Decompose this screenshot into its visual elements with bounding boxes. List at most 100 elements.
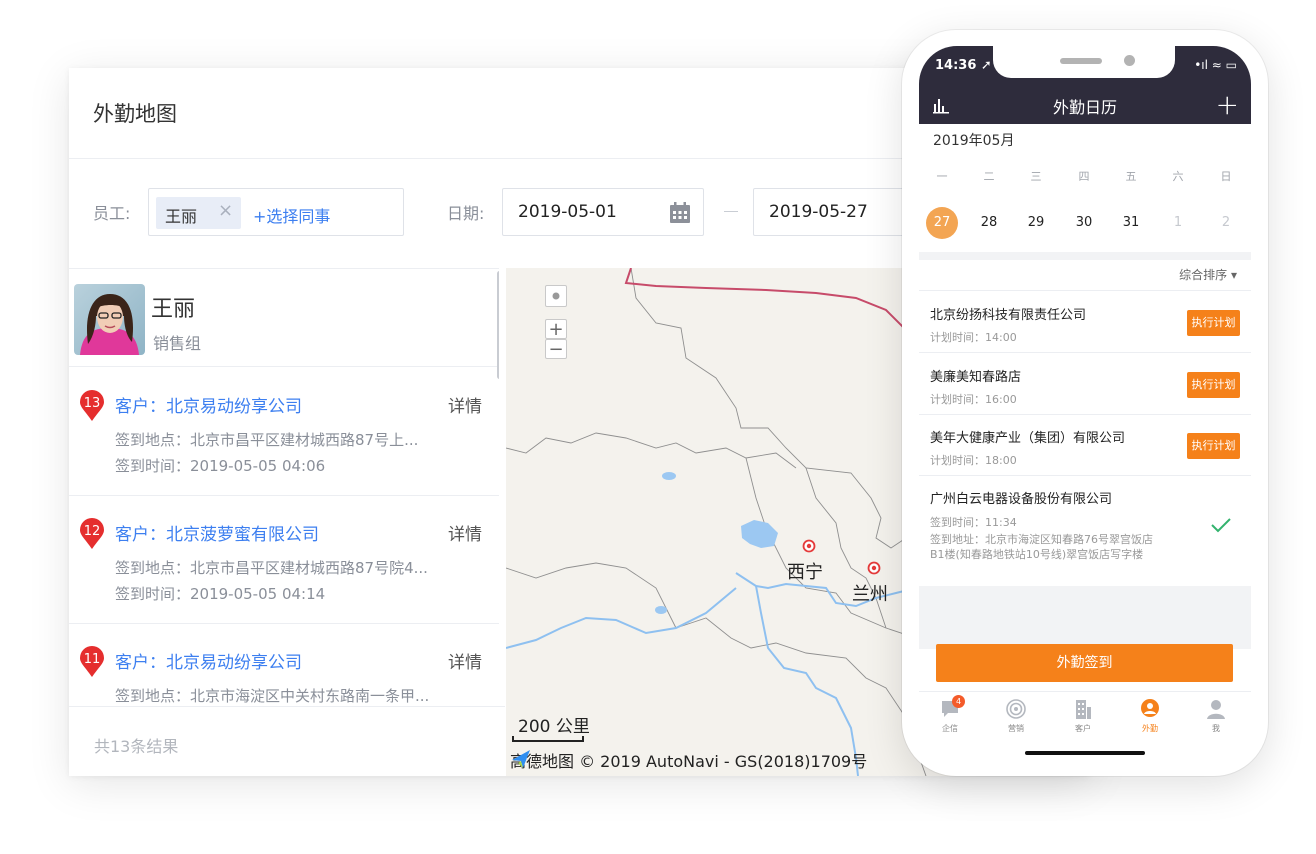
- task-item[interactable]: 美廉美知春路店 计划时间：16:00 执行计划: [919, 353, 1251, 415]
- profile-name: 王丽: [151, 297, 196, 322]
- execute-plan-button[interactable]: 执行计划: [1187, 433, 1240, 459]
- unread-badge: 4: [952, 695, 965, 708]
- task-name: 北京纷扬科技有限责任公司: [930, 308, 1087, 323]
- city-label-lanzhou: 兰州: [852, 584, 888, 605]
- remove-employee-icon[interactable]: ×: [218, 200, 233, 221]
- employee-select[interactable]: 王丽 × +选择同事: [148, 188, 404, 236]
- add-icon[interactable]: +: [1216, 88, 1239, 121]
- employee-profile: 王丽 销售组: [69, 269, 499, 367]
- sort-dropdown[interactable]: 综合排序 ▾: [1179, 266, 1237, 283]
- map-scale-bar: [512, 736, 584, 742]
- app-title: 外勤日历: [1052, 98, 1117, 117]
- task-name: 美年大健康产业（集团）有限公司: [930, 431, 1126, 446]
- list-scrollbar[interactable]: [497, 271, 499, 379]
- tab-messages[interactable]: 4 企信: [930, 695, 970, 734]
- task-name: 美廉美知春路店: [930, 370, 1022, 385]
- task-item[interactable]: 美年大健康产业（集团）有限公司 计划时间：18:00 执行计划: [919, 415, 1251, 476]
- end-date-value: 2019-05-27: [769, 202, 868, 222]
- map-pin-icon: 11: [80, 646, 104, 677]
- tab-label: 企信: [942, 724, 958, 733]
- weekday-label: 三: [1030, 170, 1042, 183]
- calendar-day[interactable]: 30: [1068, 207, 1100, 239]
- execute-plan-button[interactable]: 执行计划: [1187, 372, 1240, 398]
- calendar-day[interactable]: 31: [1115, 207, 1147, 239]
- detail-link[interactable]: 详情: [448, 392, 482, 417]
- task-time: 计划时间：14:00: [930, 331, 1017, 344]
- profile-group: 销售组: [153, 334, 202, 353]
- task-time: 签到时间：11:34: [930, 516, 1017, 529]
- calendar-month: 2019年05月: [933, 133, 1015, 149]
- execute-plan-button[interactable]: 执行计划: [1187, 310, 1240, 336]
- select-colleague-link[interactable]: +选择同事: [253, 203, 330, 227]
- weekday-label: 五: [1125, 170, 1137, 183]
- customer-link[interactable]: 客户：北京易动纷享公司: [115, 648, 302, 673]
- start-date-input[interactable]: 2019-05-01: [502, 188, 704, 236]
- tab-label: 外勤: [1142, 724, 1158, 733]
- tab-customers[interactable]: 客户: [1063, 698, 1103, 734]
- detail-link[interactable]: 详情: [448, 648, 482, 673]
- zoom-in-icon: +: [548, 319, 564, 340]
- task-address: 签到地址：北京市海淀区知春路76号翠宫饭店: [930, 533, 1153, 546]
- phone-mockup: 14:36 ➚ •ıl ≈ ▭ 外勤日历 + 2019年05月 一 二 三 四: [902, 30, 1268, 776]
- check-in-list: 王丽 销售组 13 客户：北京易动纷享公司 详情 签到地点：北京市昌平区建材城西…: [69, 268, 499, 776]
- tab-field-work[interactable]: 外勤: [1130, 698, 1170, 734]
- task-item-completed[interactable]: 广州白云电器设备股份有限公司 签到时间：11:34 签到地址：北京市海淀区知春路…: [919, 476, 1251, 572]
- employee-tag-name: 王丽: [165, 207, 198, 226]
- city-marker-xining: [802, 539, 816, 553]
- calendar-day[interactable]: 28: [973, 207, 1005, 239]
- avatar: [74, 284, 145, 355]
- list-item[interactable]: 13 客户：北京易动纷享公司 详情 签到地点：北京市昌平区建材城西路87号上..…: [69, 368, 499, 496]
- status-bar: 14:36 ➚ •ıl ≈ ▭: [919, 46, 1251, 90]
- svg-text:13: 13: [84, 396, 101, 411]
- calendar-icon: [670, 202, 690, 223]
- tab-bar: 4 企信 营销 客户 外勤 我: [919, 691, 1251, 758]
- list-footer: 共13条结果: [69, 706, 505, 776]
- home-indicator: [1025, 751, 1145, 755]
- weekday-label: 二: [983, 170, 995, 183]
- end-date-input[interactable]: 2019-05-27: [753, 188, 913, 236]
- task-address-line2: B1楼(知春路地铁站10号线)翠宫饭店写字楼: [930, 548, 1144, 561]
- city-marker-lanzhou: [867, 561, 881, 575]
- zoom-out-icon: −: [548, 339, 564, 360]
- calendar-day[interactable]: 29: [1020, 207, 1052, 239]
- detail-link[interactable]: 详情: [448, 520, 482, 545]
- result-count: 共13条结果: [94, 737, 179, 756]
- map-credit-text: 高德地图 © 2019 AutoNavi - GS(2018)1709号: [510, 752, 868, 771]
- tab-marketing[interactable]: 营销: [996, 698, 1036, 734]
- front-camera: [1124, 55, 1135, 66]
- tab-label: 我: [1212, 724, 1220, 733]
- calendar-day[interactable]: 1: [1162, 207, 1194, 239]
- check-icon: [1211, 518, 1231, 533]
- field-checkin-button[interactable]: 外勤签到: [936, 644, 1233, 682]
- customer-link[interactable]: 客户：北京易动纷享公司: [115, 392, 302, 417]
- notch: [993, 46, 1175, 78]
- section-divider: [919, 252, 1251, 260]
- map-credit: 高德地图 © 2019 AutoNavi - GS(2018)1709号: [510, 748, 867, 772]
- weekday-label: 日: [1220, 170, 1232, 183]
- list-empty-area: [919, 586, 1251, 649]
- zoom-in-button[interactable]: +: [545, 319, 567, 340]
- task-item[interactable]: 北京纷扬科技有限责任公司 计划时间：14:00 执行计划: [919, 291, 1251, 353]
- tab-me[interactable]: 我: [1196, 698, 1236, 734]
- zoom-out-button[interactable]: −: [545, 339, 567, 360]
- task-name: 广州白云电器设备股份有限公司: [930, 492, 1113, 507]
- customer-link[interactable]: 客户：北京菠萝蜜有限公司: [115, 520, 319, 545]
- speaker-grille: [1060, 58, 1102, 64]
- list-item[interactable]: 12 客户：北京菠萝蜜有限公司 详情 签到地点：北京市昌平区建材城西路87号院4…: [69, 496, 499, 624]
- check-in-time: 签到时间：2019-05-05 04:14: [115, 585, 326, 603]
- map-scale-label: 200 公里: [518, 717, 590, 737]
- check-in-address: 签到地点：北京市昌平区建材城西路87号上...: [115, 431, 419, 449]
- tab-label: 营销: [1008, 724, 1024, 733]
- date-range-separator: [724, 211, 738, 212]
- tab-label: 客户: [1075, 724, 1091, 733]
- svg-text:12: 12: [84, 524, 101, 539]
- radar-icon: [1006, 699, 1026, 719]
- location-icon: [1141, 699, 1159, 717]
- city-label-xining: 西宁: [787, 562, 823, 583]
- calendar-day-selected[interactable]: 27: [926, 207, 958, 239]
- map-pin-icon: 13: [80, 390, 104, 421]
- locate-button[interactable]: [545, 285, 567, 307]
- calendar-day[interactable]: 2: [1210, 207, 1242, 239]
- svg-text:11: 11: [84, 652, 101, 667]
- date-label: 日期:: [447, 204, 485, 223]
